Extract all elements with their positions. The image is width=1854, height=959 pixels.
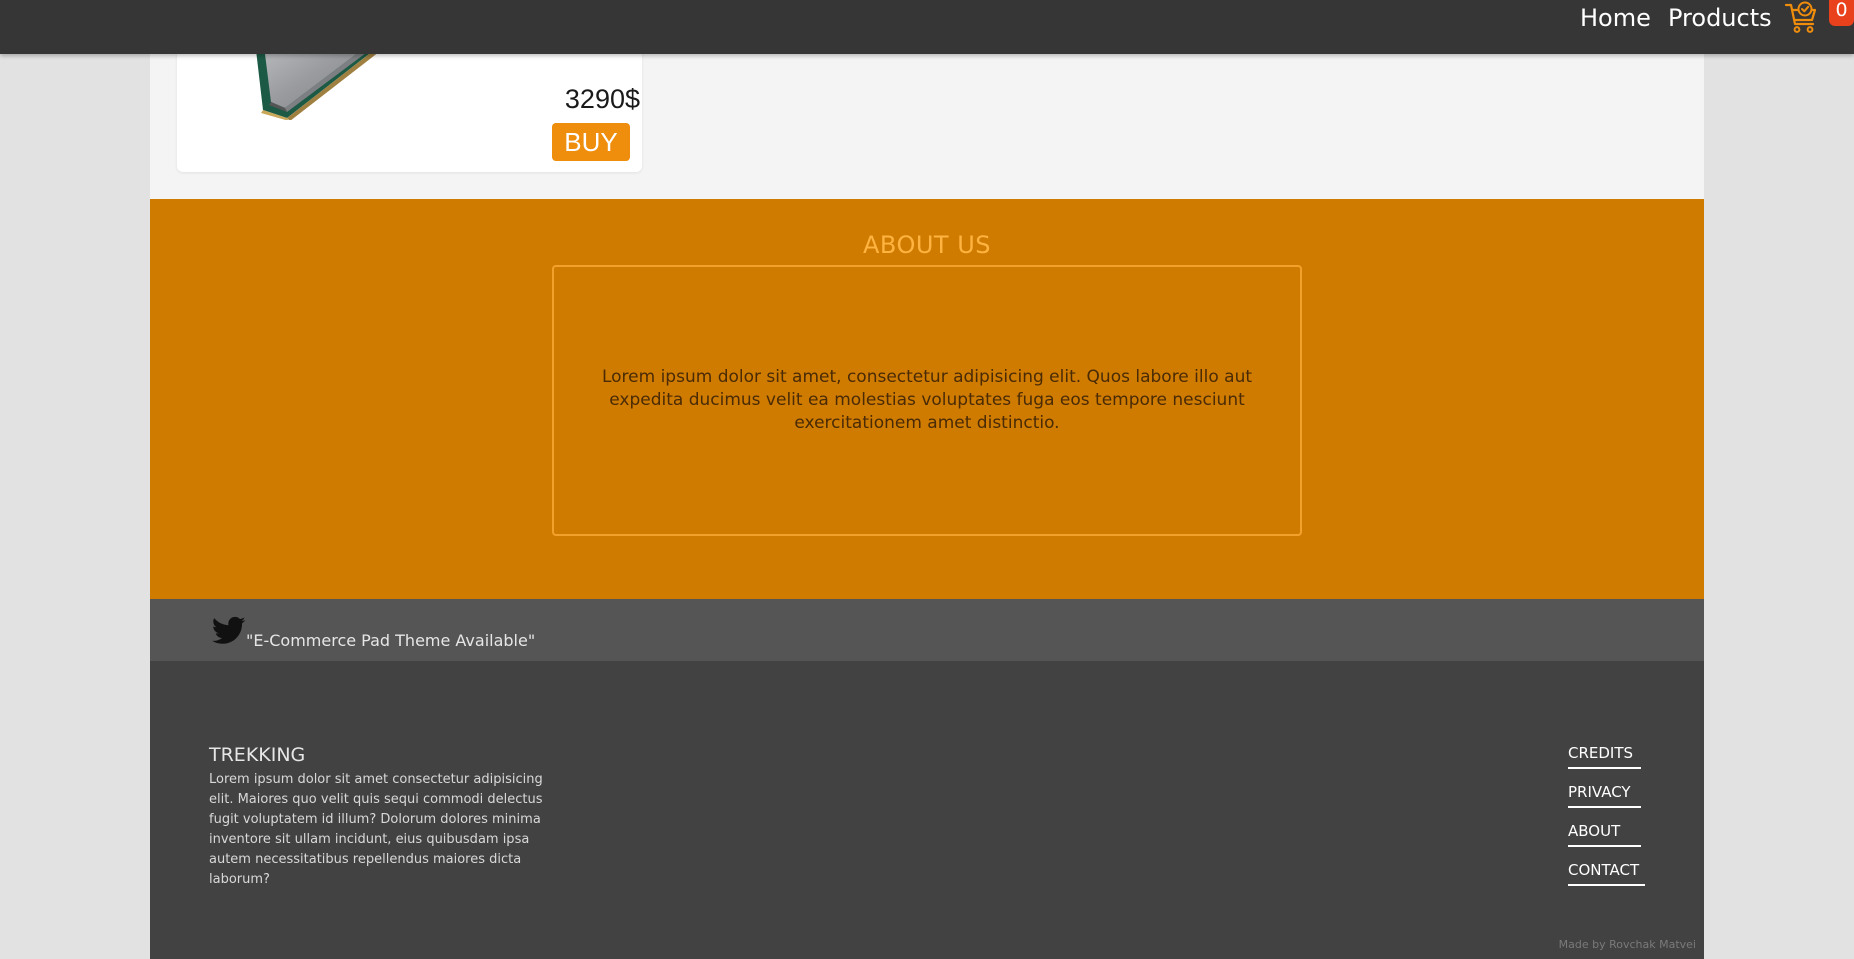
footer-link-about[interactable]: ABOUT xyxy=(1568,821,1641,847)
about-text: Lorem ipsum dolor sit amet, consectetur … xyxy=(601,367,1253,433)
about-title: ABOUT US xyxy=(862,231,991,259)
footer-title: TREKKING xyxy=(209,744,306,766)
page-container: 3290$ BUY ABOUT US Lorem ipsum dolor sit… xyxy=(150,0,1704,959)
tagline-strip: "E-Commerce Pad Theme Available" xyxy=(150,599,1704,661)
made-by-credit: Made by Rovchak Matvei xyxy=(1558,938,1696,951)
buy-button[interactable]: BUY xyxy=(552,123,630,161)
footer-link-privacy[interactable]: PRIVACY xyxy=(1568,782,1641,808)
nav-products-link[interactable]: Products xyxy=(1668,3,1772,33)
twitter-icon[interactable] xyxy=(212,616,246,646)
footer-link-credits[interactable]: CREDITS xyxy=(1568,743,1641,769)
footer-links: CREDITS PRIVACY ABOUT CONTACT xyxy=(1568,743,1668,899)
footer-description: Lorem ipsum dolor sit amet consectetur a… xyxy=(209,772,543,887)
top-navbar: Home Products 0 xyxy=(0,0,1854,54)
footer-link-contact[interactable]: CONTACT xyxy=(1568,860,1645,886)
cart-count-badge: 0 xyxy=(1829,0,1854,26)
tagline-text: "E-Commerce Pad Theme Available" xyxy=(246,631,536,650)
about-section: ABOUT US Lorem ipsum dolor sit amet, con… xyxy=(150,199,1704,599)
footer: TREKKING Lorem ipsum dolor sit amet cons… xyxy=(150,661,1704,959)
about-box: Lorem ipsum dolor sit amet, consectetur … xyxy=(552,265,1302,536)
product-price: 3290$ xyxy=(564,84,640,114)
shopping-cart-icon[interactable] xyxy=(1784,0,1820,36)
nav-home-link[interactable]: Home xyxy=(1580,3,1651,33)
